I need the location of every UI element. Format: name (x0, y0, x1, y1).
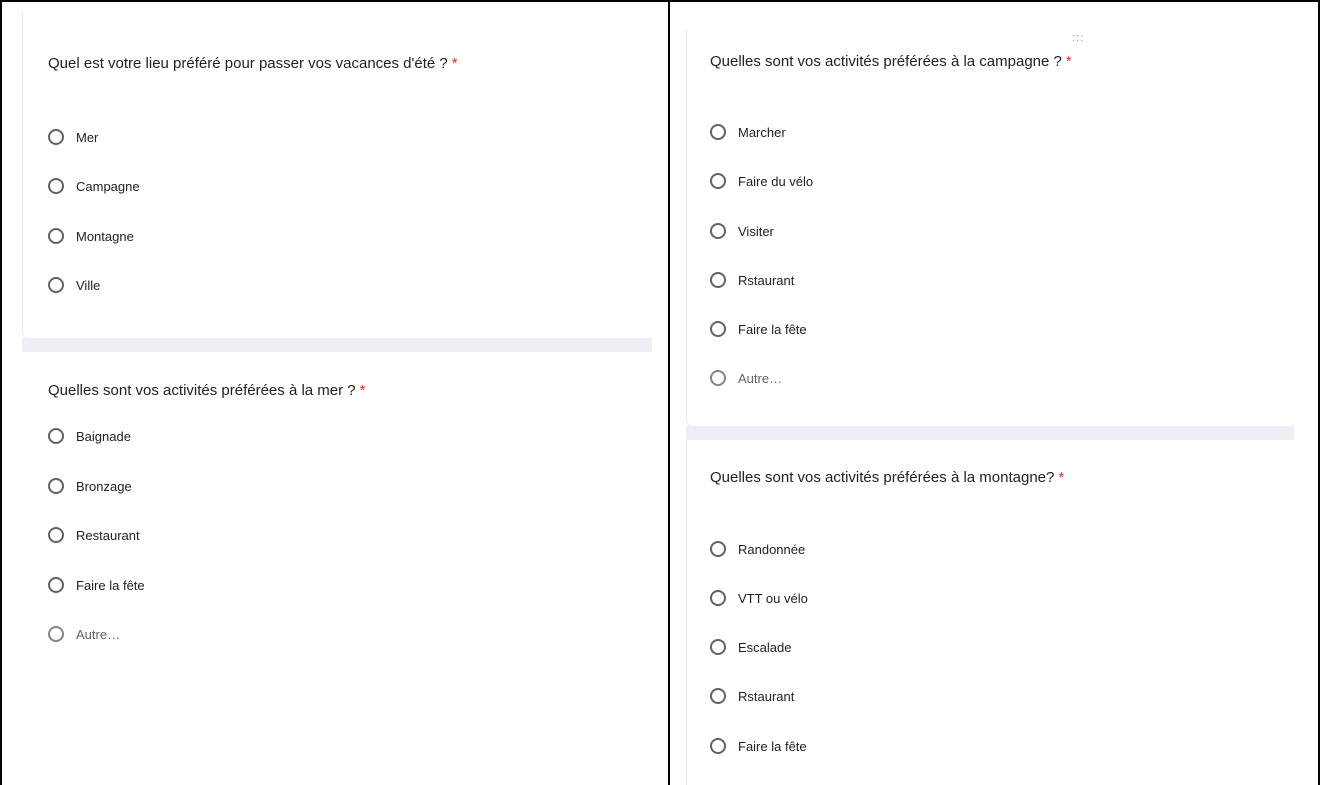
radio-circle-icon[interactable] (48, 277, 64, 293)
radio-circle-icon[interactable] (710, 321, 726, 337)
question-title-mer: Quelles sont vos activités préférées à l… (48, 382, 365, 399)
question-card-montagne (686, 440, 1294, 785)
option-label: Rstaurant (738, 272, 795, 288)
question-title-campagne: Quelles sont vos activités préférées à l… (710, 53, 1072, 70)
radio-circle-icon[interactable] (48, 527, 64, 543)
radio-option-mer[interactable]: Mer (48, 127, 98, 147)
radio-option-faire-la-fete[interactable]: Faire la fête (710, 736, 807, 756)
option-label: Randonnée (738, 541, 806, 557)
radio-option-vtt-ou-velo[interactable]: VTT ou vélo (710, 588, 808, 608)
radio-circle-icon[interactable] (48, 626, 64, 642)
option-label: Campagne (76, 178, 140, 194)
radio-circle-icon[interactable] (48, 428, 64, 444)
option-label: Autre… (76, 626, 121, 642)
question-title-montagne: Quelles sont vos activités préférées à l… (710, 469, 1064, 486)
required-asterisk: * (1065, 53, 1072, 70)
option-label: Bronzage (76, 478, 132, 494)
radio-circle-icon[interactable] (710, 370, 726, 386)
option-label: Ville (76, 277, 101, 293)
panel-divider (668, 0, 670, 785)
radio-circle-icon[interactable] (710, 272, 726, 288)
question-text: Quel est votre lieu préféré pour passer … (48, 55, 448, 72)
radio-option-escalade[interactable]: Escalade (710, 637, 791, 657)
radio-option-marcher[interactable]: Marcher (710, 122, 786, 142)
required-asterisk: * (1058, 469, 1065, 486)
option-label: Faire du vélo (738, 173, 814, 189)
drag-handle-icon[interactable]: ::: (1072, 32, 1084, 44)
radio-option-randonnee[interactable]: Randonnée (710, 539, 805, 559)
radio-option-visiter[interactable]: Visiter (710, 221, 774, 241)
radio-option-ville[interactable]: Ville (48, 275, 100, 295)
option-label: VTT ou vélo (738, 590, 808, 606)
option-label: Escalade (738, 639, 792, 655)
option-label: Montagne (76, 228, 134, 244)
radio-option-rstaurant[interactable]: Rstaurant (710, 270, 794, 290)
option-label: Faire la fête (738, 321, 807, 337)
question-card-mer (22, 352, 652, 785)
radio-option-faire-la-fete[interactable]: Faire la fête (48, 575, 145, 595)
radio-option-rstaurant[interactable]: Rstaurant (710, 686, 794, 706)
radio-circle-icon[interactable] (710, 124, 726, 140)
required-asterisk: * (451, 55, 458, 72)
question-title-lieu: Quel est votre lieu préféré pour passer … (48, 55, 458, 72)
radio-option-baignade[interactable]: Baignade (48, 426, 131, 446)
option-label: Rstaurant (738, 688, 795, 704)
radio-option-restaurant[interactable]: Restaurant (48, 525, 140, 545)
option-label: Restaurant (76, 527, 140, 543)
question-text: Quelles sont vos activités préférées à l… (710, 53, 1062, 70)
radio-circle-icon[interactable] (710, 738, 726, 754)
option-label: Marcher (738, 124, 786, 140)
radio-option-faire-la-fete[interactable]: Faire la fête (710, 319, 807, 339)
radio-circle-icon[interactable] (710, 688, 726, 704)
radio-option-campagne[interactable]: Campagne (48, 176, 140, 196)
radio-circle-icon[interactable] (48, 478, 64, 494)
option-label: Autre… (738, 370, 783, 386)
radio-option-autre[interactable]: Autre… (48, 624, 120, 644)
radio-option-bronzage[interactable]: Bronzage (48, 476, 132, 496)
radio-circle-icon[interactable] (710, 223, 726, 239)
option-label: Mer (76, 129, 99, 145)
radio-option-faire-du-velo[interactable]: Faire du vélo (710, 171, 813, 191)
required-asterisk: * (359, 382, 366, 399)
radio-option-montagne[interactable]: Montagne (48, 226, 134, 246)
option-label: Visiter (738, 223, 774, 239)
option-label: Faire la fête (738, 738, 807, 754)
radio-circle-icon[interactable] (710, 590, 726, 606)
radio-circle-icon[interactable] (710, 639, 726, 655)
radio-circle-icon[interactable] (48, 178, 64, 194)
question-text: Quelles sont vos activités préférées à l… (710, 469, 1055, 486)
radio-circle-icon[interactable] (710, 541, 726, 557)
radio-circle-icon[interactable] (48, 228, 64, 244)
option-label: Faire la fête (76, 577, 145, 593)
radio-circle-icon[interactable] (48, 129, 64, 145)
radio-option-autre[interactable]: Autre… (710, 368, 782, 388)
radio-circle-icon[interactable] (710, 173, 726, 189)
radio-circle-icon[interactable] (48, 577, 64, 593)
question-text: Quelles sont vos activités préférées à l… (48, 382, 356, 399)
option-label: Baignade (76, 428, 131, 444)
